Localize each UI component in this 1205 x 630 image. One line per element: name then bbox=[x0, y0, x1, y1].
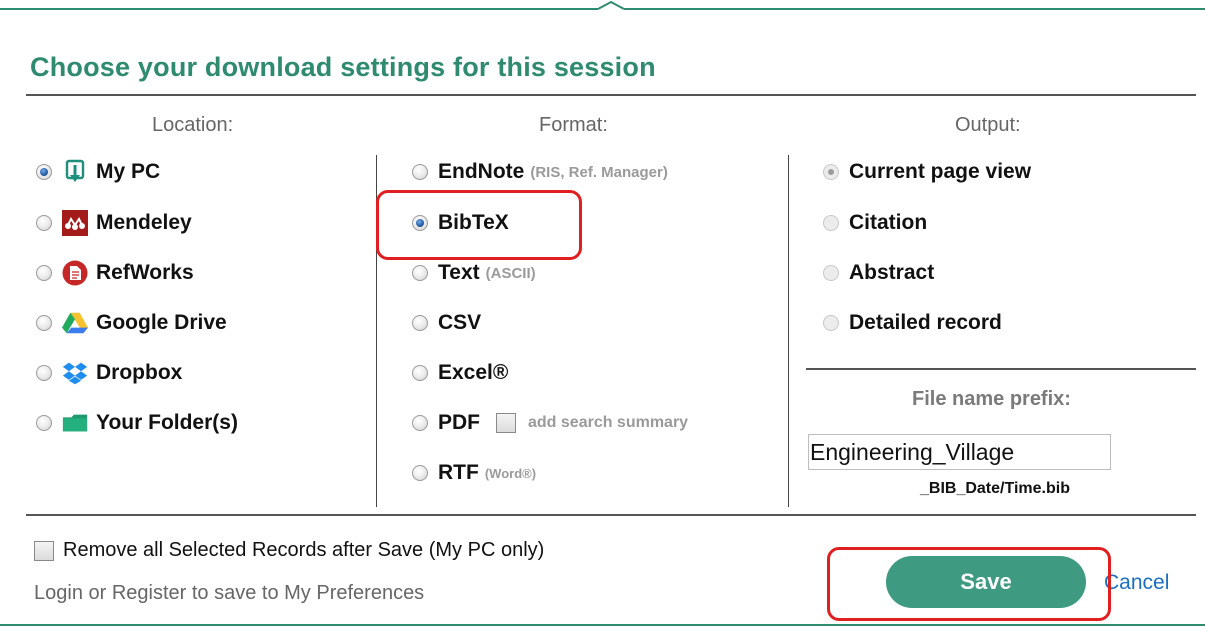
format-radio-endnote[interactable] bbox=[412, 164, 428, 180]
add-search-summary-label: add search summary bbox=[528, 414, 689, 431]
location-radio-my-pc[interactable] bbox=[36, 164, 52, 180]
dropbox-icon bbox=[62, 360, 88, 386]
download-to-pc-icon bbox=[62, 159, 88, 185]
format-label-text: Text bbox=[438, 261, 480, 284]
add-search-summary-checkbox[interactable] bbox=[496, 413, 516, 433]
location-label-google-drive: Google Drive bbox=[96, 311, 227, 334]
folder-icon bbox=[62, 410, 88, 436]
google-drive-icon bbox=[62, 310, 88, 336]
location-option-refworks[interactable]: RefWorks bbox=[36, 258, 194, 288]
format-option-excel[interactable]: Excel® bbox=[412, 358, 508, 388]
location-radio-mendeley[interactable] bbox=[36, 215, 52, 231]
location-radio-dropbox[interactable] bbox=[36, 365, 52, 381]
location-label-your-folders: Your Folder(s) bbox=[96, 411, 238, 434]
format-sub-endnote: (RIS, Ref. Manager) bbox=[530, 163, 668, 181]
dialog-title: Choose your download settings for this s… bbox=[30, 52, 656, 82]
format-sub-rtf: (Word®) bbox=[484, 465, 537, 481]
format-option-pdf[interactable]: PDF add search summary bbox=[412, 408, 688, 438]
output-label-current-page-view: Current page view bbox=[849, 160, 1032, 183]
format-heading: Format: bbox=[539, 114, 608, 136]
refworks-icon bbox=[62, 260, 88, 286]
output-label-detailed-record: Detailed record bbox=[849, 311, 1002, 334]
login-register-text[interactable]: Login or Register to save to My Preferen… bbox=[34, 582, 424, 605]
output-radio-abstract[interactable] bbox=[823, 265, 839, 281]
output-option-current-page-view[interactable]: Current page view bbox=[823, 157, 1031, 187]
location-radio-your-folders[interactable] bbox=[36, 415, 52, 431]
format-label-endnote: EndNote bbox=[438, 160, 525, 183]
file-name-prefix-label: File name prefix: bbox=[912, 388, 1071, 410]
location-heading: Location: bbox=[152, 114, 234, 136]
column-divider-2 bbox=[788, 155, 789, 507]
format-label-csv: CSV bbox=[438, 311, 482, 334]
output-radio-current-page-view[interactable] bbox=[823, 164, 839, 180]
file-name-suffix: _BIB_Date/Time.bib bbox=[920, 480, 1070, 497]
output-divider bbox=[806, 368, 1196, 370]
remove-records-checkbox[interactable] bbox=[34, 540, 54, 561]
format-sub-text: (ASCII) bbox=[485, 264, 536, 282]
location-option-my-pc[interactable]: My PC bbox=[36, 157, 160, 187]
bottom-accent-line bbox=[0, 624, 1205, 626]
remove-records-option[interactable]: Remove all Selected Records after Save (… bbox=[34, 539, 544, 562]
format-option-text[interactable]: Text (ASCII) bbox=[412, 258, 536, 288]
top-divider-left bbox=[0, 8, 598, 10]
bottom-divider bbox=[26, 514, 1196, 516]
mendeley-icon bbox=[62, 210, 88, 236]
output-label-abstract: Abstract bbox=[849, 261, 935, 284]
remove-records-label: Remove all Selected Records after Save (… bbox=[63, 539, 545, 561]
location-radio-refworks[interactable] bbox=[36, 265, 52, 281]
top-notch bbox=[598, 0, 624, 10]
format-option-endnote[interactable]: EndNote (RIS, Ref. Manager) bbox=[412, 157, 668, 187]
output-option-abstract[interactable]: Abstract bbox=[823, 258, 934, 288]
file-name-prefix-input[interactable] bbox=[808, 434, 1111, 470]
location-option-google-drive[interactable]: Google Drive bbox=[36, 308, 227, 338]
save-highlight bbox=[827, 547, 1111, 621]
location-option-your-folders[interactable]: Your Folder(s) bbox=[36, 408, 238, 438]
format-radio-rtf[interactable] bbox=[412, 465, 428, 481]
output-radio-citation[interactable] bbox=[823, 215, 839, 231]
output-option-detailed-record[interactable]: Detailed record bbox=[823, 308, 1002, 338]
format-radio-text[interactable] bbox=[412, 265, 428, 281]
format-radio-excel[interactable] bbox=[412, 365, 428, 381]
location-label-refworks: RefWorks bbox=[96, 261, 194, 284]
output-label-citation: Citation bbox=[849, 211, 928, 234]
output-radio-detailed-record[interactable] bbox=[823, 315, 839, 331]
title-divider bbox=[26, 94, 1196, 96]
bibtex-highlight bbox=[376, 190, 582, 260]
location-label-mendeley: Mendeley bbox=[96, 211, 192, 234]
location-radio-google-drive[interactable] bbox=[36, 315, 52, 331]
output-option-citation[interactable]: Citation bbox=[823, 208, 927, 238]
cancel-link[interactable]: Cancel bbox=[1104, 571, 1169, 595]
format-option-rtf[interactable]: RTF (Word®) bbox=[412, 458, 536, 488]
location-option-dropbox[interactable]: Dropbox bbox=[36, 358, 182, 388]
location-label-dropbox: Dropbox bbox=[96, 361, 183, 384]
output-heading: Output: bbox=[955, 114, 1021, 136]
format-radio-pdf[interactable] bbox=[412, 415, 428, 431]
format-label-rtf: RTF bbox=[438, 461, 479, 484]
location-label-my-pc: My PC bbox=[96, 160, 161, 183]
format-radio-csv[interactable] bbox=[412, 315, 428, 331]
format-label-pdf: PDF bbox=[438, 411, 480, 434]
format-option-csv[interactable]: CSV bbox=[412, 308, 481, 338]
location-option-mendeley[interactable]: Mendeley bbox=[36, 208, 192, 238]
format-label-excel: Excel® bbox=[438, 361, 509, 384]
top-divider-right bbox=[624, 8, 1205, 10]
